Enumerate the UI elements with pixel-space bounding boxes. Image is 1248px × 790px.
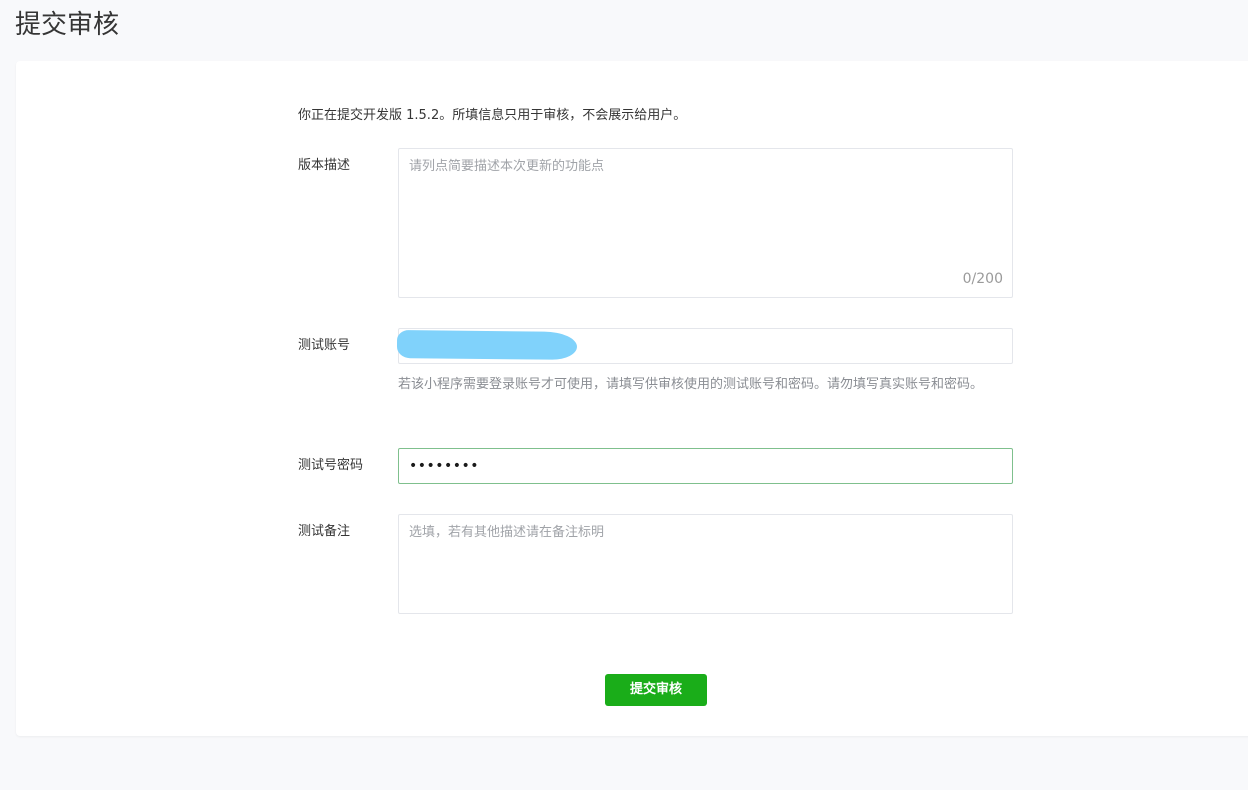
- version-description-textarea[interactable]: 请列点简要描述本次更新的功能点 0/200: [398, 148, 1013, 298]
- character-counter: 0/200: [962, 271, 1003, 287]
- test-account-label: 测试账号: [298, 338, 351, 353]
- test-notes-textarea[interactable]: 选填，若有其他描述请在备注标明: [398, 514, 1013, 614]
- test-notes-placeholder: 选填，若有其他描述请在备注标明: [409, 525, 605, 540]
- submit-review-card: 你正在提交开发版 1.5.2。所填信息只用于审核，不会展示给用户。 版本描述 请…: [16, 61, 1248, 736]
- test-account-help-text: 若该小程序需要登录账号才可使用，请填写供审核使用的测试账号和密码。请勿填写真实账…: [398, 377, 984, 392]
- page-title: 提交审核: [15, 10, 120, 40]
- test-account-input[interactable]: [396, 328, 1013, 364]
- test-password-input[interactable]: ••••••••: [398, 448, 1013, 484]
- submission-notice: 你正在提交开发版 1.5.2。所填信息只用于审核，不会展示给用户。: [298, 108, 687, 123]
- test-password-label: 测试号密码: [298, 458, 364, 473]
- redaction-mark: [396, 330, 578, 360]
- test-password-value: ••••••••: [409, 458, 480, 474]
- submit-review-button[interactable]: 提交审核: [605, 674, 707, 706]
- test-notes-label: 测试备注: [298, 524, 351, 539]
- version-description-placeholder: 请列点简要描述本次更新的功能点: [409, 159, 605, 174]
- version-description-label: 版本描述: [298, 158, 351, 173]
